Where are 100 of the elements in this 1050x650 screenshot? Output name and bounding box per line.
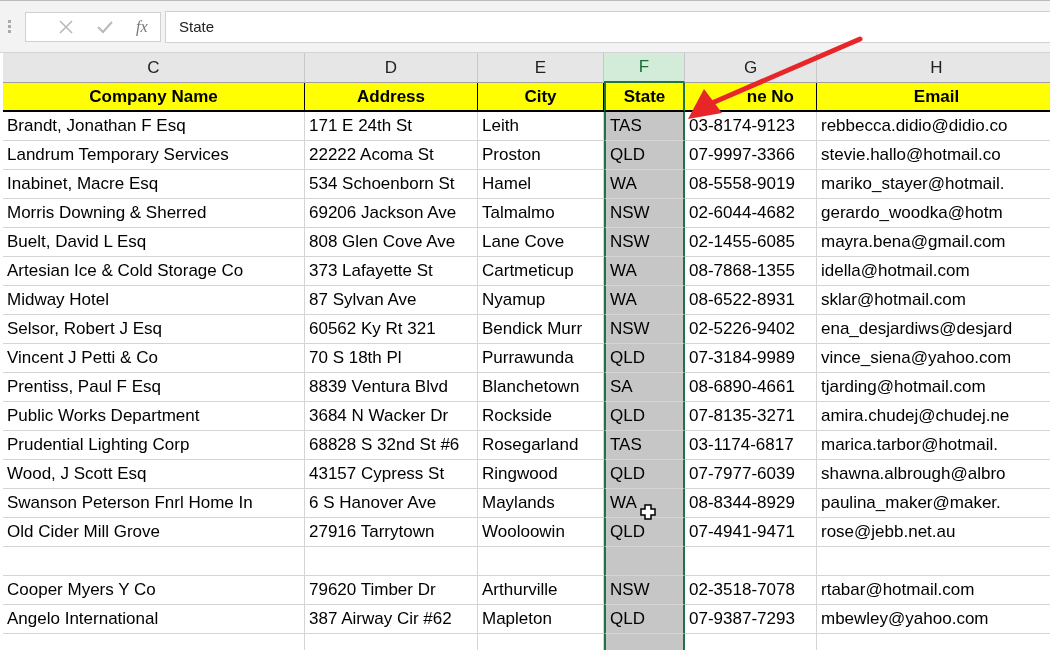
table-cell: 8839 Ventura Blvd [305,373,478,402]
table-cell: QLD [604,460,685,489]
table-cell: 07-8135-3271 [685,402,817,431]
table-cell: 08-6890-4661 [685,373,817,402]
table-cell: Buelt, David L Esq [3,228,305,257]
column-header[interactable]: H [817,53,1050,83]
table-cell: Angelo International [3,605,305,634]
table-cell: Swanson Peterson Fnrl Home In [3,489,305,518]
table-cell: 6 S Hanover Ave [305,489,478,518]
cancel-icon[interactable] [58,18,74,35]
table-cell: Midway Hotel [3,286,305,315]
table-cell: SA [604,373,685,402]
table-cell: gerardo_woodka@hotm [817,199,1050,228]
table-cell: 79620 Timber Dr [305,576,478,605]
table-cell: rtabar@hotmail.com [817,576,1050,605]
table-cell: mariko_stayer@hotmail. [817,170,1050,199]
header-cell: Company Name [3,83,305,112]
table-cell: Vincent J Petti & Co [3,344,305,373]
table-cell: 08-8344-8929 [685,489,817,518]
table-cell: Brandt, Jonathan F Esq [3,112,305,141]
table-cell: 08-5558-9019 [685,170,817,199]
table-cell: QLD [604,402,685,431]
column-header[interactable]: D [305,53,478,83]
header-cell: Email [817,83,1050,112]
table-cell: Old Cider Mill Grove [3,518,305,547]
table-cell: idella@hotmail.com [817,257,1050,286]
cursor-icon [640,504,656,520]
table-cell: 07-9387-7293 [685,605,817,634]
table-cell: QLD [604,605,685,634]
table-cell: Prudential Lighting Corp [3,431,305,460]
header-cell: Address [305,83,478,112]
column-header[interactable]: E [478,53,604,83]
column-header[interactable]: G [685,53,817,83]
table-cell: ena_desjardiws@desjard [817,315,1050,344]
table-cell: stevie.hallo@hotmail.co [817,141,1050,170]
table-cell: WA [604,286,685,315]
table-cell: amira.chudej@chudej.ne [817,402,1050,431]
table-cell: Public Works Department [3,402,305,431]
column-header[interactable]: F [604,53,685,83]
formula-input[interactable]: State [165,10,1050,43]
table-cell: 27916 Tarrytown [305,518,478,547]
table-cell: 373 Lafayette St [305,257,478,286]
table-cell: marica.tarbor@hotmail. [817,431,1050,460]
table-cell: 534 Schoenborn St [305,170,478,199]
table-cell: 87 Sylvan Ave [305,286,478,315]
table-cell: 171 E 24th St [305,112,478,141]
table-cell: tjarding@hotmail.com [817,373,1050,402]
table-cell: 43157 Cypress St [305,460,478,489]
table-cell: paulina_maker@maker. [817,489,1050,518]
table-cell: 69206 Jackson Ave [305,199,478,228]
header-cell: State [604,83,685,112]
table-cell: 07-3184-9989 [685,344,817,373]
table-cell: QLD [604,344,685,373]
table-cell: Morris Downing & Sherred [3,199,305,228]
table-cell: 70 S 18th Pl [305,344,478,373]
table-cell: rose@jebb.net.au [817,518,1050,547]
table-cell: Prentiss, Paul F Esq [3,373,305,402]
table-cell: Wood, J Scott Esq [3,460,305,489]
table-cell: NSW [604,315,685,344]
table-cell: sklar@hotmail.com [817,286,1050,315]
table-cell: Selsor, Robert J Esq [3,315,305,344]
table-cell: WA [604,489,685,518]
table-cell: mayra.bena@gmail.com [817,228,1050,257]
column-header[interactable]: C [3,53,305,83]
table-cell: 60562 Ky Rt 321 [305,315,478,344]
table-cell: Landrum Temporary Services [3,141,305,170]
table-cell: NSW [604,576,685,605]
table-cell: 07-4941-9471 [685,518,817,547]
table-cell: 02-1455-6085 [685,228,817,257]
table-cell: Artesian Ice & Cold Storage Co [3,257,305,286]
table-cell: 22222 Acoma St [305,141,478,170]
table-cell: vince_siena@yahoo.com [817,344,1050,373]
header-cell: City [478,83,604,112]
table-cell: 07-9997-3366 [685,141,817,170]
table-cell: 08-7868-1355 [685,257,817,286]
table-cell: 387 Airway Cir #62 [305,605,478,634]
table-cell: shawna.albrough@albro [817,460,1050,489]
insert-function-button[interactable]: fx [136,17,148,36]
table-cell: 02-6044-4682 [685,199,817,228]
table-cell: 808 Glen Cove Ave [305,228,478,257]
table-cell: 07-7977-6039 [685,460,817,489]
table-cell: TAS [604,112,685,141]
table-cell: NSW [604,228,685,257]
table-cell: WA [604,170,685,199]
table-cell: WA [604,257,685,286]
table-cell: rebbecca.didio@didio.co [817,112,1050,141]
table-cell: Inabinet, Macre Esq [3,170,305,199]
table-cell: 03-1174-6817 [685,431,817,460]
table-cell: NSW [604,199,685,228]
table-cell: 02-3518-7078 [685,576,817,605]
table-cell: 02-5226-9402 [685,315,817,344]
table-cell: 68828 S 32nd St #6 [305,431,478,460]
table-cell: QLD [604,141,685,170]
table-cell: Cooper Myers Y Co [3,576,305,605]
table-cell: QLD [604,518,685,547]
table-cell: 3684 N Wacker Dr [305,402,478,431]
table-cell: mbewley@yahoo.com [817,605,1050,634]
table-cell: TAS [604,431,685,460]
drag-handle-icon[interactable] [8,19,11,34]
table-cell: 08-6522-8931 [685,286,817,315]
